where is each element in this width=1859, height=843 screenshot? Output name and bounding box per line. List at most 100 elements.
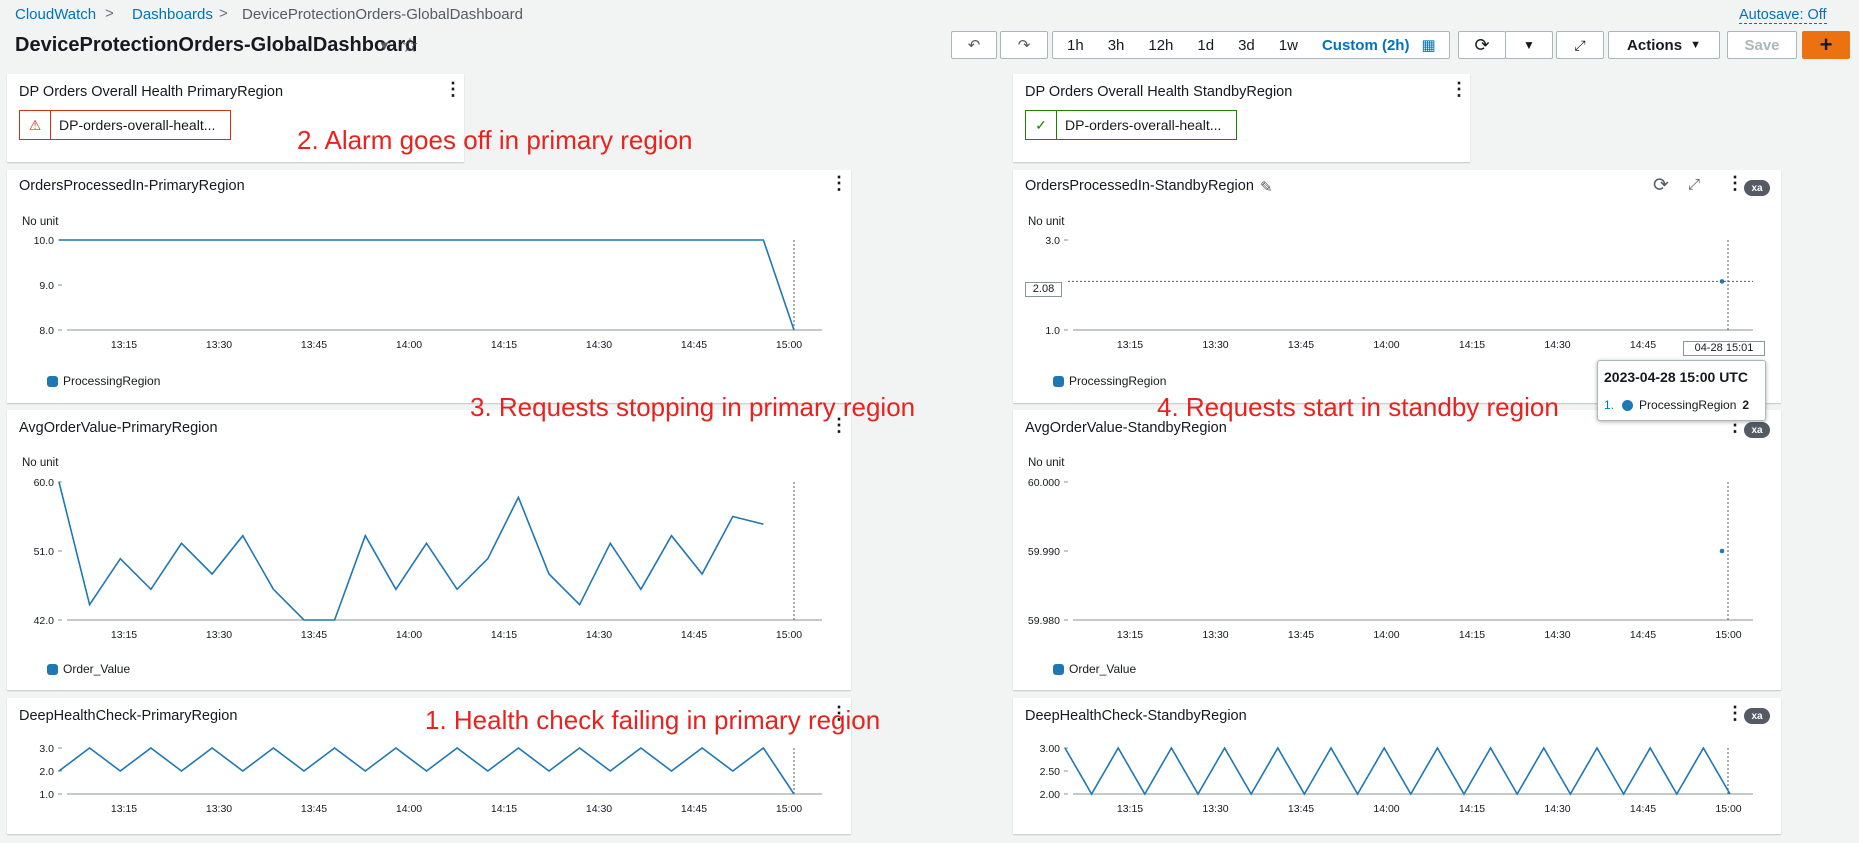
- refresh-options-button[interactable]: ▼: [1505, 31, 1553, 59]
- x-tick-label: 14:30: [586, 803, 612, 815]
- x-tick-label: 14:30: [586, 339, 612, 350]
- legend-swatch: [1053, 663, 1064, 675]
- alarm-status-standby[interactable]: ✓ DP-orders-overall-healt...: [1025, 110, 1237, 140]
- y-tick-label: 1.0: [1045, 325, 1060, 337]
- edit-pencil-icon[interactable]: ✎: [1260, 178, 1273, 196]
- redo-button[interactable]: ↷: [1000, 31, 1048, 59]
- tooltip-row-index: 1.: [1604, 398, 1615, 412]
- x-tick-label: 13:15: [111, 629, 137, 641]
- legend-item[interactable]: Order_Value: [47, 662, 130, 676]
- x-tick-label: 13:30: [206, 803, 232, 815]
- refresh-icon[interactable]: ⟳: [1653, 174, 1669, 197]
- star-icon[interactable]: ☆: [401, 33, 419, 58]
- x-tick-label: 14:15: [1459, 629, 1485, 641]
- x-tick-label: 14:30: [1544, 339, 1570, 350]
- redo-icon: ↷: [1017, 37, 1031, 54]
- actions-button[interactable]: Actions ▼: [1608, 31, 1720, 59]
- time-range-1h[interactable]: 1h: [1053, 37, 1096, 54]
- check-circle-icon: ✓: [1026, 111, 1057, 139]
- chart-plot: 10.0 9.0 8.0 13:15 13:30 13:45 14:00 14:15 14:30…: [34, 235, 822, 350]
- more-options-icon[interactable]: ⋮: [1450, 80, 1468, 98]
- data-point: [1719, 548, 1725, 554]
- xa-badge[interactable]: xa: [1744, 708, 1770, 724]
- x-tick-label: 14:45: [1630, 339, 1656, 350]
- tooltip-time: 2023-04-28 15:00 UTC: [1604, 369, 1748, 385]
- x-tick-label: 14:30: [586, 629, 612, 641]
- x-tick-label: 14:00: [396, 339, 422, 350]
- y-tick-label: 3.00: [1040, 743, 1061, 755]
- fullscreen-icon: ⤢: [1574, 36, 1586, 53]
- time-range-1d[interactable]: 1d: [1185, 37, 1226, 54]
- chart-widget-health-standby: DeepHealthCheck-StandbyRegion ⋮ xa 3.00 2…: [1013, 698, 1781, 834]
- x-tick-label: 13:45: [301, 629, 327, 641]
- legend-swatch: [1053, 375, 1064, 387]
- series-line: [58, 746, 795, 795]
- time-range-selector: 1h 3h 12h 1d 3d 1w Custom (2h) ▦: [1052, 31, 1450, 59]
- x-tick-label: 14:15: [491, 803, 517, 815]
- annotation-1: 1. Health check failing in primary regio…: [425, 705, 881, 735]
- add-widget-button[interactable]: +: [1802, 31, 1850, 59]
- time-range-3d[interactable]: 3d: [1226, 37, 1267, 54]
- chart-plot: 3.0 2.0 1.0 13:15 13:30 13:45 14:00 14:15 14:30 1…: [39, 743, 822, 815]
- x-tick-label: 13:15: [1117, 629, 1143, 641]
- caret-down-icon: ▼: [1523, 38, 1535, 52]
- time-range-1w[interactable]: 1w: [1267, 37, 1310, 54]
- alarm-name: DP-orders-overall-healt...: [1065, 117, 1222, 133]
- undo-icon: ↶: [967, 37, 981, 54]
- series-line: [58, 481, 764, 621]
- x-tick-label: 13:15: [1117, 339, 1143, 350]
- x-tick-label: 14:00: [1373, 629, 1399, 641]
- actions-label: Actions: [1627, 36, 1683, 54]
- refresh-button[interactable]: ⟳: [1458, 31, 1506, 59]
- caret-down-icon[interactable]: ▼: [378, 38, 391, 53]
- alarm-status-primary[interactable]: ⚠ DP-orders-overall-healt...: [19, 110, 231, 140]
- x-tick-label: 14:45: [681, 339, 707, 350]
- y-tick-label: 2.0: [39, 766, 54, 778]
- chart-plot: 3.00 2.50 2.00 13:15 13:30 13:45 14:00 14:15 14:…: [1040, 743, 1753, 815]
- autosave-toggle[interactable]: Autosave: Off: [1739, 7, 1827, 24]
- y-tick-label: 2.00: [1040, 789, 1061, 801]
- annotation-3: 3. Requests stopping in primary region: [470, 392, 916, 422]
- y-tick-label: 3.0: [1045, 235, 1060, 247]
- more-options-icon[interactable]: ⋮: [1726, 704, 1744, 722]
- y-tick-label: 59.980: [1028, 615, 1060, 627]
- unit-label: No unit: [22, 216, 59, 228]
- fullscreen-button[interactable]: ⤢: [1556, 31, 1604, 59]
- x-tick-label: 13:45: [1288, 803, 1314, 815]
- x-tick-label: 14:00: [1373, 803, 1399, 815]
- calendar-icon[interactable]: ▦: [1421, 36, 1435, 54]
- xa-badge[interactable]: xa: [1744, 422, 1770, 438]
- widget-title: DeepHealthCheck-PrimaryRegion: [19, 708, 238, 724]
- more-options-icon[interactable]: ⋮: [830, 174, 848, 192]
- x-tick-label: 13:30: [1202, 629, 1228, 641]
- more-options-icon[interactable]: ⋮: [1726, 174, 1744, 192]
- save-button[interactable]: Save: [1727, 31, 1797, 59]
- x-tick-label: 15:00: [776, 803, 802, 815]
- breadcrumb-cloudwatch[interactable]: CloudWatch: [15, 6, 96, 23]
- expand-icon[interactable]: ⤢: [1688, 176, 1700, 193]
- x-tick-label: 13:15: [111, 803, 137, 815]
- refresh-icon: ⟳: [1474, 34, 1490, 55]
- unit-label: No unit: [1028, 216, 1065, 228]
- time-range-12h[interactable]: 12h: [1136, 37, 1185, 54]
- xa-badge[interactable]: xa: [1744, 180, 1770, 196]
- tooltip-series: ProcessingRegion: [1639, 398, 1737, 412]
- breadcrumb-chevron-icon: >: [105, 5, 114, 22]
- more-options-icon[interactable]: ⋮: [444, 80, 462, 98]
- x-tick-label: 13:45: [301, 339, 327, 350]
- time-range-custom[interactable]: Custom (2h): [1310, 37, 1422, 54]
- time-range-3h[interactable]: 3h: [1096, 37, 1137, 54]
- x-tick-label: 13:15: [1117, 803, 1143, 815]
- breadcrumb-dashboards[interactable]: Dashboards: [132, 6, 213, 23]
- chart-tooltip: 2023-04-28 15:00 UTC 1. ProcessingRegion…: [1597, 360, 1766, 421]
- x-tick-label: 15:00: [776, 629, 802, 641]
- x-tick-label: 14:00: [396, 629, 422, 641]
- legend-item[interactable]: Order_Value: [1053, 662, 1136, 676]
- tooltip-swatch: [1622, 399, 1634, 411]
- widget-title: AvgOrderValue-PrimaryRegion: [19, 420, 218, 436]
- widget-title: OrdersProcessedIn-StandbyRegion: [1025, 178, 1254, 194]
- legend-item[interactable]: ProcessingRegion: [47, 374, 160, 388]
- x-tick-label: 14:15: [1459, 339, 1485, 350]
- undo-button[interactable]: ↶: [951, 31, 997, 59]
- legend-item[interactable]: ProcessingRegion: [1053, 374, 1166, 388]
